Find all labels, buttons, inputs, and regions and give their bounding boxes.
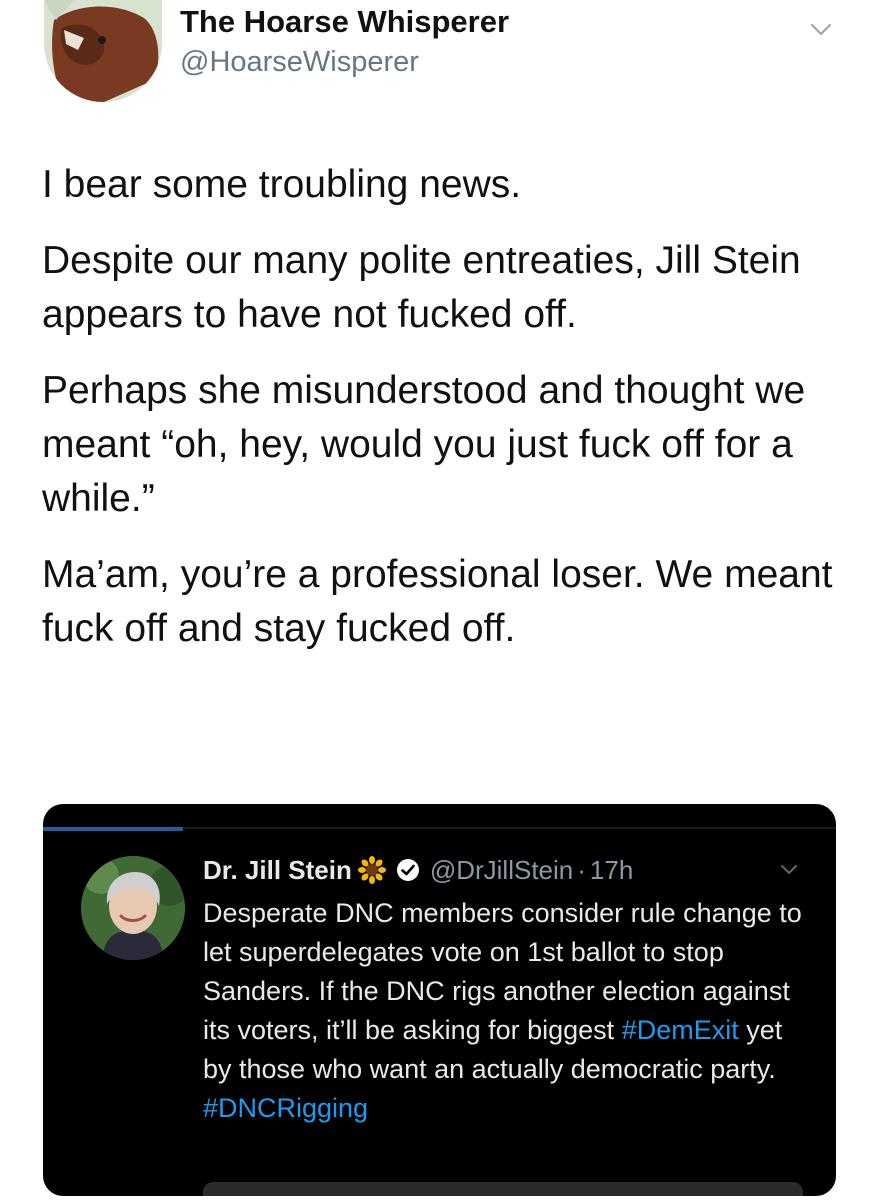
- tweet-paragraph: Ma’am, you’re a professional loser. We m…: [42, 553, 833, 650]
- quoted-author-handle[interactable]: @DrJillStein: [430, 855, 573, 886]
- author-name[interactable]: The Hoarse Whisperer: [180, 4, 509, 40]
- sunflower-icon: [357, 856, 386, 884]
- quoted-author-avatar[interactable]: [81, 856, 185, 960]
- quoted-author-name[interactable]: Dr. Jill Stein: [203, 855, 352, 886]
- quoted-tweet-text: Desperate DNC members consider rule chan…: [203, 894, 803, 1128]
- horse-avatar-icon: [44, 0, 162, 102]
- tweet-paragraph: Perhaps she misunderstood and thought we…: [42, 369, 806, 520]
- verified-badge-icon: [396, 859, 419, 881]
- user-avatar-icon: [81, 856, 185, 960]
- chevron-down-icon[interactable]: [808, 16, 834, 42]
- author-handle[interactable]: @HoarseWisperer: [180, 46, 419, 79]
- hashtag-link[interactable]: #DNCRigging: [203, 1093, 368, 1123]
- chevron-down-icon[interactable]: [779, 862, 799, 878]
- quoted-timestamp[interactable]: 17h: [590, 855, 633, 886]
- progress-bar: [43, 827, 183, 831]
- quoted-tweet-card[interactable]: Dr. Jill Stein @DrJillStein · 17h Desper…: [43, 804, 836, 1196]
- hashtag-link[interactable]: #DemExit: [622, 1015, 739, 1045]
- author-avatar[interactable]: [44, 0, 162, 102]
- tweet-paragraph: I bear some troubling news.: [42, 163, 522, 206]
- quoted-media-preview[interactable]: [203, 1182, 803, 1196]
- tweet-paragraph: Despite our many polite entreaties, Jill…: [42, 239, 801, 336]
- tweet-text: I bear some troubling news. Despite our …: [42, 158, 842, 678]
- quoted-tweet-header: Dr. Jill Stein @DrJillStein · 17h: [203, 852, 633, 888]
- separator-dot: ·: [577, 854, 586, 885]
